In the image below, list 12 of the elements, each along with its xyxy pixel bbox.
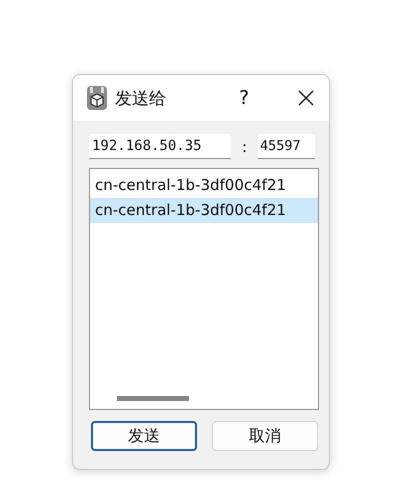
scrollbar-thumb[interactable] (117, 396, 189, 400)
window-title: 发送给 (115, 88, 167, 110)
host-field[interactable]: 192.168.50.35 (89, 134, 231, 159)
send-button[interactable]: 发送 (91, 421, 197, 451)
separator-text: : (240, 138, 248, 156)
list-item[interactable]: cn-central-1b-3df00c4f21 (90, 173, 318, 198)
port-field[interactable]: 45597 (258, 134, 315, 159)
cancel-button[interactable]: 取消 (212, 421, 318, 451)
list-item[interactable]: cn-central-1b-3df00c4f21 (90, 198, 318, 223)
help-button[interactable]: ? (229, 78, 259, 118)
close-icon (298, 90, 314, 106)
box-icon (87, 86, 107, 110)
